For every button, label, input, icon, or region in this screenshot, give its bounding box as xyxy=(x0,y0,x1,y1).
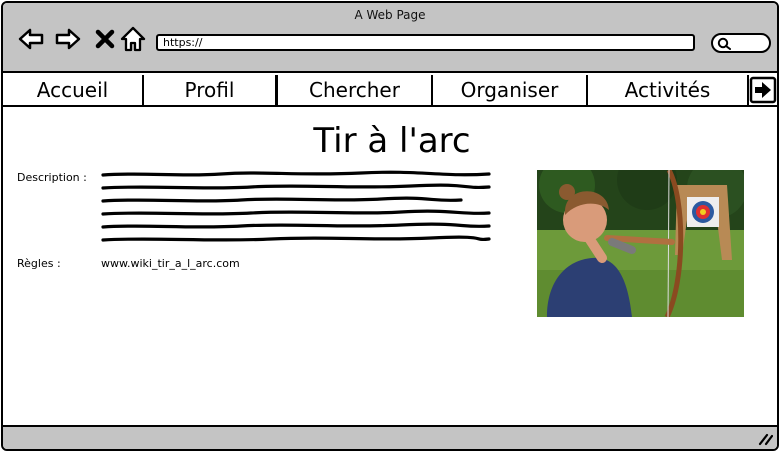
menu-item-label: Accueil xyxy=(36,78,109,102)
window-title: A Web Page xyxy=(354,8,426,22)
stop-button[interactable] xyxy=(91,25,119,53)
menu-item-organiser[interactable]: Organiser xyxy=(433,75,588,105)
url-input[interactable]: https:// xyxy=(156,34,695,51)
home-icon xyxy=(120,26,146,52)
menu-item-profil[interactable]: Profil xyxy=(144,75,278,105)
logout-icon xyxy=(749,76,777,104)
page-title: Tir à l'arc xyxy=(313,121,471,161)
archery-photo xyxy=(537,170,744,317)
arrow-left-icon xyxy=(18,28,44,50)
rules-label: Règles : xyxy=(17,257,61,270)
forward-button[interactable] xyxy=(54,25,82,53)
archer-image xyxy=(537,170,744,317)
home-button[interactable] xyxy=(119,25,147,53)
description-label: Description : xyxy=(17,171,87,184)
resize-grip-icon[interactable] xyxy=(757,432,773,446)
search-icon xyxy=(717,37,731,50)
menu-item-label: Profil xyxy=(184,78,235,102)
menu-item-label: Activités xyxy=(624,78,711,102)
menu-item-activites[interactable]: Activités xyxy=(588,75,749,105)
rules-link[interactable]: www.wiki_tir_a_l_arc.com xyxy=(101,257,240,270)
browser-search-button[interactable] xyxy=(711,33,771,53)
main-menu: Accueil Profil Chercher Organiser Activi… xyxy=(3,73,777,107)
menu-item-chercher[interactable]: Chercher xyxy=(278,75,433,105)
menu-item-accueil[interactable]: Accueil xyxy=(3,75,144,105)
menu-item-label: Organiser xyxy=(460,78,559,102)
status-bar xyxy=(3,425,777,449)
title-bar: A Web Page https:// xyxy=(3,3,777,73)
close-icon xyxy=(95,29,115,49)
browser-window: A Web Page https:// Accueil Profil Cherc… xyxy=(1,1,779,451)
logout-button[interactable] xyxy=(749,76,777,104)
back-button[interactable] xyxy=(17,25,45,53)
description-text-placeholder xyxy=(101,170,491,242)
arrow-right-icon xyxy=(55,28,81,50)
menu-item-label: Chercher xyxy=(309,78,400,102)
